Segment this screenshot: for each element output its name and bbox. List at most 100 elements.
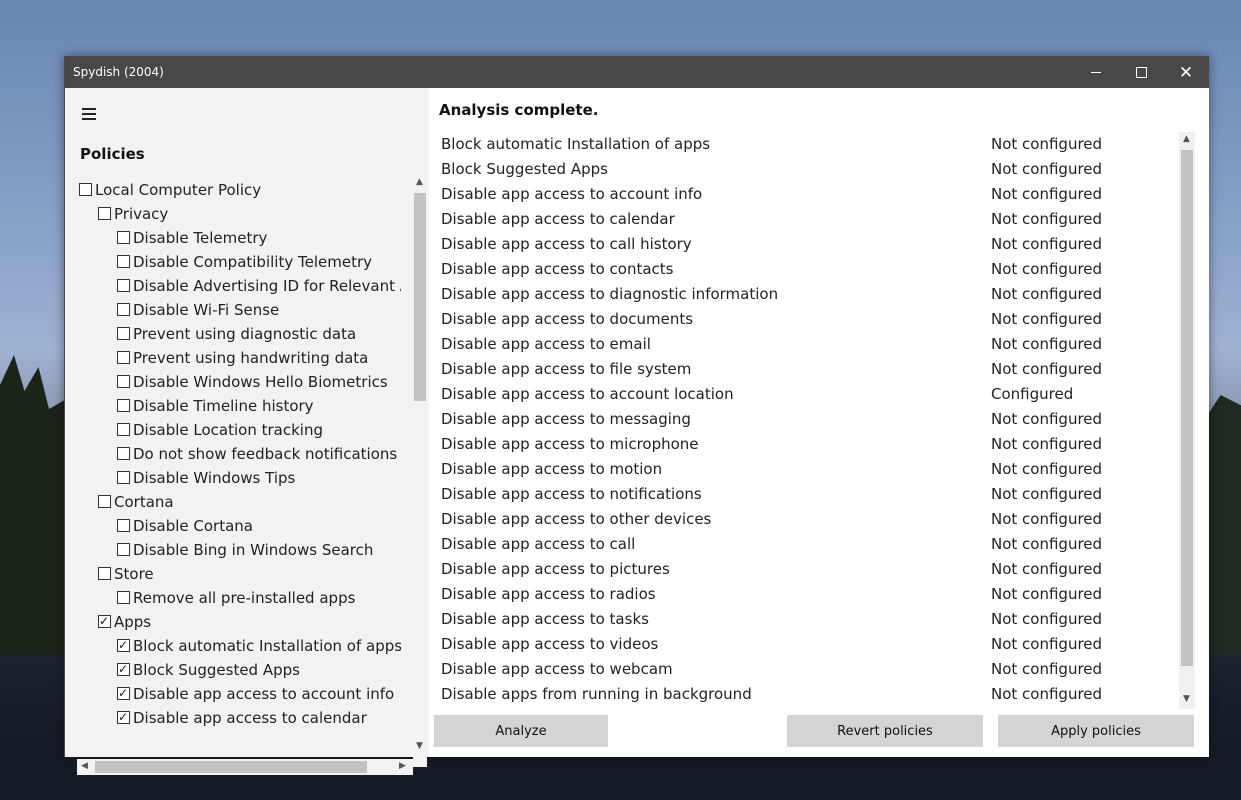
tree-item-label: Disable Cortana: [133, 517, 253, 535]
scroll-right-arrow-icon[interactable]: ▶: [399, 761, 406, 771]
checkbox-checked[interactable]: [117, 634, 130, 656]
tree-item-label: Disable app access to calendar: [133, 709, 367, 727]
list-row[interactable]: Disable app access to documents Not confi…: [441, 307, 1171, 332]
policy-name: Disable app access to other devices: [441, 510, 712, 528]
tree-item-label: Prevent using diagnostic data: [133, 325, 357, 343]
tree-item[interactable]: Block automatic Installation of apps: [117, 634, 401, 658]
list-row[interactable]: Disable app access to email Not configure…: [441, 332, 1171, 357]
policies-heading: Policies: [80, 145, 145, 163]
tree-item[interactable]: Disable Timeline history: [117, 394, 314, 418]
checkbox-checked[interactable]: [117, 658, 130, 680]
list-row[interactable]: Disable app access to other devices Not c…: [441, 507, 1171, 532]
close-button[interactable]: ✕: [1163, 57, 1209, 88]
checkbox-unchecked[interactable]: [79, 183, 92, 196]
tree-item-label: Local Computer Policy: [95, 181, 262, 199]
scroll-up-arrow-icon[interactable]: ▲: [416, 177, 423, 187]
policy-state: Not configured: [991, 535, 1103, 553]
list-row[interactable]: Disable app access to webcam Not configur…: [441, 657, 1171, 682]
maximize-button[interactable]: [1118, 57, 1164, 88]
list-row[interactable]: Disable app access to account info Not co…: [441, 182, 1171, 207]
list-row[interactable]: Block automatic Installation of apps Not …: [441, 132, 1171, 157]
checkbox-unchecked[interactable]: [117, 447, 130, 460]
checkbox-checked[interactable]: [117, 682, 130, 704]
checkbox-unchecked[interactable]: [98, 495, 111, 508]
tree-item[interactable]: Block Suggested Apps: [117, 658, 300, 682]
list-row[interactable]: Disable app access to account location Co…: [441, 382, 1171, 407]
checkbox-unchecked[interactable]: [117, 327, 130, 340]
tree-item[interactable]: Disable Telemetry: [117, 226, 267, 250]
checkbox-unchecked[interactable]: [117, 303, 130, 316]
list-row[interactable]: Disable app access to call Not configured: [441, 532, 1171, 557]
minimize-button[interactable]: [1073, 57, 1119, 88]
tree-item[interactable]: Disable app access to account info: [117, 682, 394, 706]
scroll-left-arrow-icon[interactable]: ◀: [81, 761, 88, 771]
tree-item[interactable]: Disable Windows Tips: [117, 466, 295, 490]
tree-item-label: Disable Compatibility Telemetry: [133, 253, 372, 271]
tree-item[interactable]: Disable app access to calendar: [117, 706, 367, 730]
list-row[interactable]: Disable app access to pictures Not config…: [441, 557, 1171, 582]
list-row[interactable]: Block Suggested Apps Not configured: [441, 157, 1171, 182]
list-scroll-thumb[interactable]: [1181, 150, 1193, 666]
list-row[interactable]: Disable app access to motion Not configur…: [441, 457, 1171, 482]
checkbox-unchecked[interactable]: [117, 231, 130, 244]
tree-item[interactable]: Disable Location tracking: [117, 418, 323, 442]
tree-item[interactable]: Disable Advertising ID for Relevant Ads: [117, 274, 401, 298]
tree-item[interactable]: Prevent using diagnostic data: [117, 322, 356, 346]
list-row[interactable]: Disable app access to microphone Not conf…: [441, 432, 1171, 457]
tree-item[interactable]: Disable Cortana: [117, 514, 253, 538]
list-row[interactable]: Disable apps from running in background N…: [441, 682, 1171, 707]
tree-item[interactable]: Cortana: [98, 490, 174, 514]
list-row[interactable]: Disable app access to calendar Not config…: [441, 207, 1171, 232]
checkbox-unchecked[interactable]: [117, 591, 130, 604]
list-scroll-up-arrow-icon[interactable]: ▲: [1183, 134, 1190, 144]
analysis-pane: Analysis complete. Block automatic Insta…: [429, 88, 1209, 757]
tree-hscroll-thumb[interactable]: [95, 761, 367, 773]
tree-item[interactable]: Disable Compatibility Telemetry: [117, 250, 372, 274]
policy-state: Not configured: [991, 410, 1103, 428]
tree-item[interactable]: Disable Wi-Fi Sense: [117, 298, 279, 322]
checkbox-checked[interactable]: [98, 610, 111, 632]
tree-item[interactable]: Remove all pre-installed apps: [117, 586, 355, 610]
list-row[interactable]: Disable app access to diagnostic informa…: [441, 282, 1171, 307]
tree-item[interactable]: Privacy: [98, 202, 168, 226]
list-scroll-down-arrow-icon[interactable]: ▼: [1183, 694, 1190, 704]
checkbox-unchecked[interactable]: [98, 567, 111, 580]
hamburger-menu-icon[interactable]: [82, 108, 96, 120]
checkbox-unchecked[interactable]: [117, 471, 130, 484]
list-row[interactable]: Disable app access to call history Not co…: [441, 232, 1171, 257]
checkbox-unchecked[interactable]: [117, 543, 130, 556]
list-row[interactable]: Disable app access to contacts Not config…: [441, 257, 1171, 282]
checkbox-checked[interactable]: [117, 706, 130, 728]
checkbox-unchecked[interactable]: [117, 375, 130, 388]
checkbox-unchecked[interactable]: [117, 351, 130, 364]
checkbox-unchecked[interactable]: [117, 519, 130, 532]
list-row[interactable]: Disable app access to messaging Not confi…: [441, 407, 1171, 432]
tree-item[interactable]: Local Computer Policy: [79, 178, 261, 202]
checkbox-unchecked[interactable]: [117, 279, 130, 292]
tree-item[interactable]: Apps: [98, 610, 151, 634]
list-vertical-scrollbar[interactable]: ▲ ▼: [1179, 132, 1195, 709]
list-row[interactable]: Disable app access to file system Not con…: [441, 357, 1171, 382]
tree-item[interactable]: Disable Bing in Windows Search: [117, 538, 373, 562]
list-row[interactable]: Disable app access to videos Not configur…: [441, 632, 1171, 657]
list-row[interactable]: Disable app access to notifications Not c…: [441, 482, 1171, 507]
tree-item[interactable]: Do not show feedback notifications: [117, 442, 397, 466]
list-row[interactable]: Disable app access to tasks Not configure…: [441, 607, 1171, 632]
tree-item[interactable]: Prevent using handwriting data: [117, 346, 368, 370]
tree-vertical-scrollbar[interactable]: ▲ ▼: [413, 175, 427, 767]
policy-state: Not configured: [991, 685, 1103, 703]
checkbox-unchecked[interactable]: [117, 255, 130, 268]
apply-policies-button[interactable]: Apply policies: [998, 715, 1194, 747]
checkbox-unchecked[interactable]: [117, 399, 130, 412]
checkbox-unchecked[interactable]: [98, 207, 111, 220]
tree-item[interactable]: Store: [98, 562, 154, 586]
checkbox-unchecked[interactable]: [117, 423, 130, 436]
analyze-button[interactable]: Analyze: [434, 715, 608, 747]
tree-scroll-thumb[interactable]: [414, 193, 426, 401]
tree-item[interactable]: Disable Windows Hello Biometrics: [117, 370, 388, 394]
scroll-down-arrow-icon[interactable]: ▼: [416, 741, 423, 751]
title-bar[interactable]: Spydish (2004) ✕: [65, 57, 1208, 88]
revert-policies-button[interactable]: Revert policies: [787, 715, 983, 747]
tree-horizontal-scrollbar[interactable]: ◀ ▶: [77, 759, 413, 775]
list-row[interactable]: Disable app access to radios Not configur…: [441, 582, 1171, 607]
